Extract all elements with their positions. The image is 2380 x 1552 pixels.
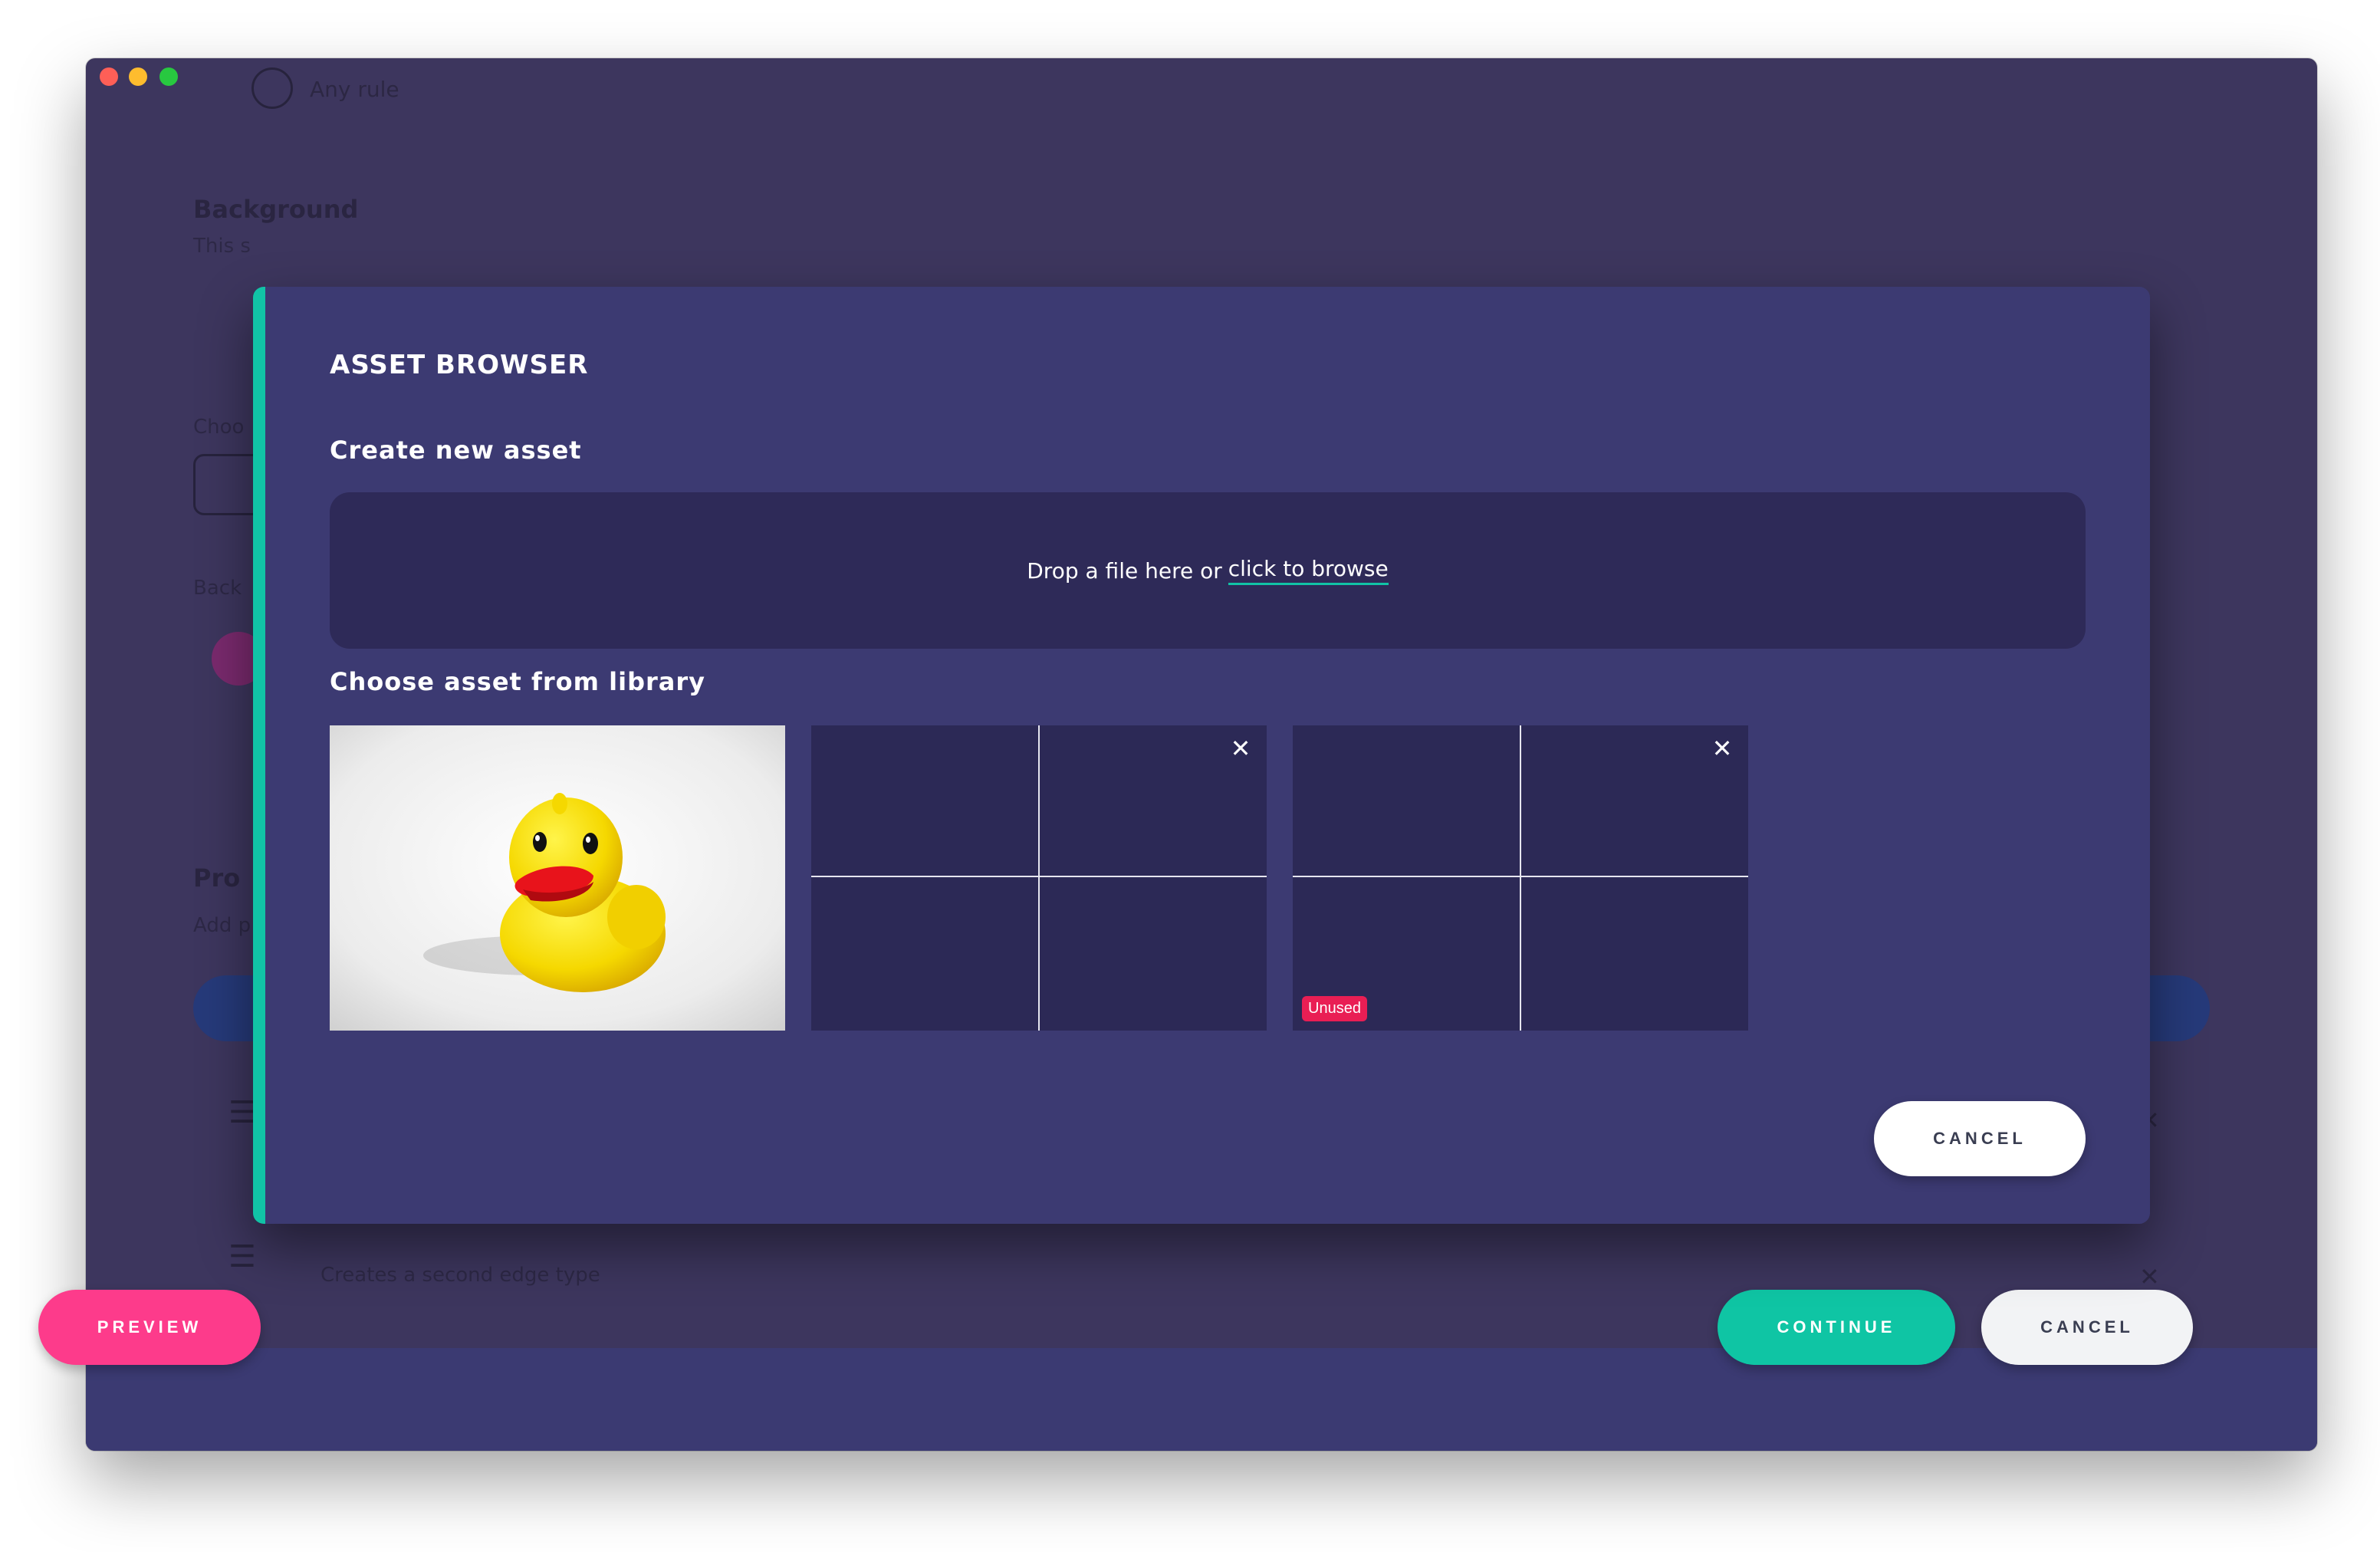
create-asset-label: Create new asset	[330, 436, 582, 465]
grid-line	[1520, 725, 1521, 1031]
drag-handle-icon: ☰	[228, 1095, 256, 1130]
list-item-text: Creates a second edge type	[321, 1264, 600, 1287]
rubber-duck-image	[330, 725, 785, 1031]
choose-label: Choo	[193, 416, 245, 439]
asset-tile-duck[interactable]	[330, 725, 785, 1031]
rule-radio-icon	[251, 67, 293, 109]
file-dropzone[interactable]: Drop a file here or click to browse	[330, 492, 2086, 649]
dropzone-text: Drop a file here or	[1027, 557, 1222, 584]
grid-line	[1038, 725, 1040, 1031]
background-description: This s	[193, 235, 251, 258]
browse-link[interactable]: click to browse	[1228, 556, 1389, 585]
back-label: Back	[193, 577, 242, 600]
footer-bar	[86, 1348, 2317, 1451]
remove-icon: ✕	[2139, 1262, 2160, 1291]
modal-cancel-button[interactable]: CANCEL	[1874, 1101, 2086, 1176]
unused-badge: Unused	[1302, 996, 1367, 1021]
modal-title: ASSET BROWSER	[330, 350, 589, 380]
close-icon[interactable]: ✕	[1227, 735, 1254, 762]
modal-accent-bar	[253, 287, 265, 1224]
continue-button[interactable]: CONTINUE	[1718, 1290, 1955, 1365]
grid-line	[1293, 876, 1748, 877]
close-icon[interactable]: ✕	[1708, 735, 1736, 762]
asset-tile-placeholder[interactable]: ✕	[811, 725, 1267, 1031]
library-label: Choose asset from library	[330, 667, 705, 696]
add-description: Add p	[193, 914, 251, 937]
prompts-heading: Pro	[193, 863, 241, 893]
grid-line	[811, 876, 1267, 877]
asset-browser-modal: ASSET BROWSER Create new asset Drop a fi…	[253, 287, 2150, 1224]
background-heading: Background	[193, 195, 359, 224]
preview-button[interactable]: PREVIEW	[38, 1290, 261, 1365]
drag-handle-icon: ☰	[228, 1239, 256, 1274]
cancel-button[interactable]: CANCEL	[1981, 1290, 2193, 1365]
asset-tile-placeholder-unused[interactable]: ✕ Unused	[1293, 725, 1748, 1031]
rule-label: Any rule	[310, 77, 399, 102]
